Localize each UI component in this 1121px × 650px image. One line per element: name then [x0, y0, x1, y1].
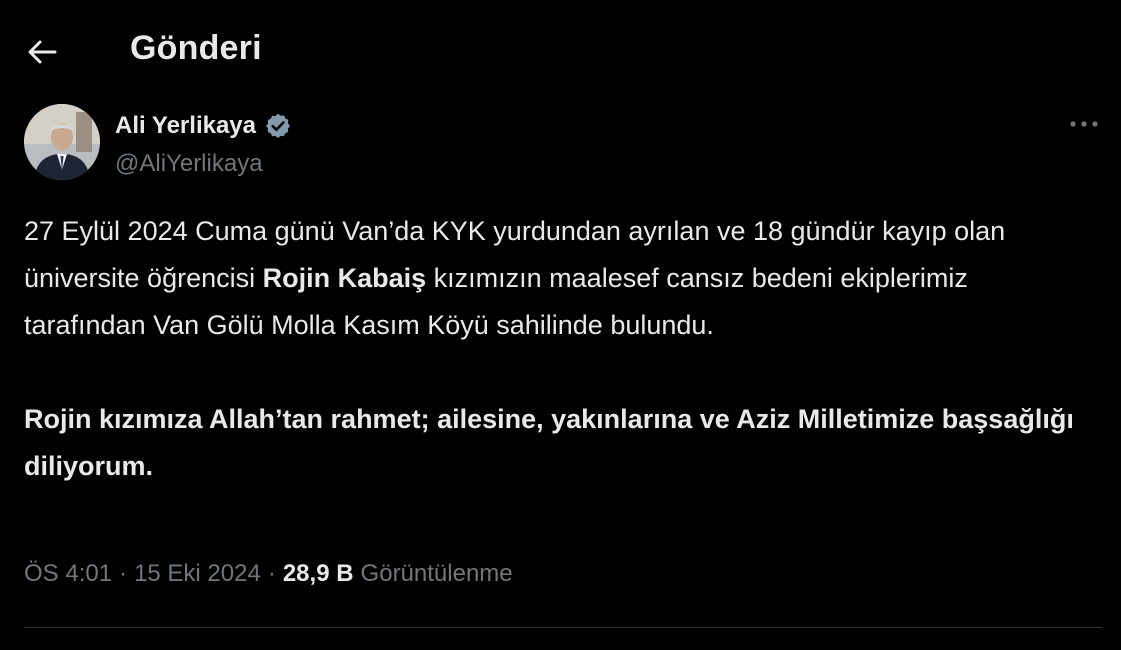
tweet-paragraph-1: 27 Eylül 2024 Cuma günü Van’da KYK yurdu…: [24, 208, 1084, 349]
avatar-image: [24, 104, 100, 180]
verified-badge-icon: [262, 110, 294, 142]
back-button[interactable]: [20, 32, 64, 72]
more-horizontal-icon: [1070, 121, 1098, 127]
page-title: Gönderi: [130, 29, 262, 67]
views-count: 28,9 B: [282, 560, 354, 587]
avatar[interactable]: [24, 104, 100, 180]
tweet-text: 27 Eylül 2024 Cuma günü Van’da KYK yurdu…: [24, 208, 1084, 490]
tweet-author: Ali Yerlikaya @AliYerlikaya: [24, 104, 1104, 184]
author-name: Ali Yerlikaya: [115, 112, 256, 139]
divider: [24, 627, 1102, 628]
tweet-time[interactable]: ÖS 4:01: [24, 560, 112, 588]
author-name-row[interactable]: Ali Yerlikaya: [115, 110, 294, 142]
meta-separator: ·: [267, 560, 276, 587]
arrow-left-icon: [28, 40, 57, 64]
author-handle[interactable]: @AliYerlikaya: [115, 150, 263, 178]
more-options-button[interactable]: [1064, 104, 1104, 144]
views-label: Görüntülenme: [360, 560, 513, 587]
tweet-meta: ÖS 4:01 · 15 Eki 2024 · 28,9 B Görüntüle…: [24, 560, 513, 588]
tweet-date[interactable]: 15 Eki 2024: [134, 560, 261, 588]
meta-separator: ·: [119, 560, 128, 587]
tweet-paragraph-2: Rojin kızımıza Allah’tan rahmet; ailesin…: [24, 404, 1074, 481]
page-header: Gönderi: [0, 0, 1121, 104]
tweet-text-bold-name: Rojin Kabaiş: [262, 263, 427, 293]
